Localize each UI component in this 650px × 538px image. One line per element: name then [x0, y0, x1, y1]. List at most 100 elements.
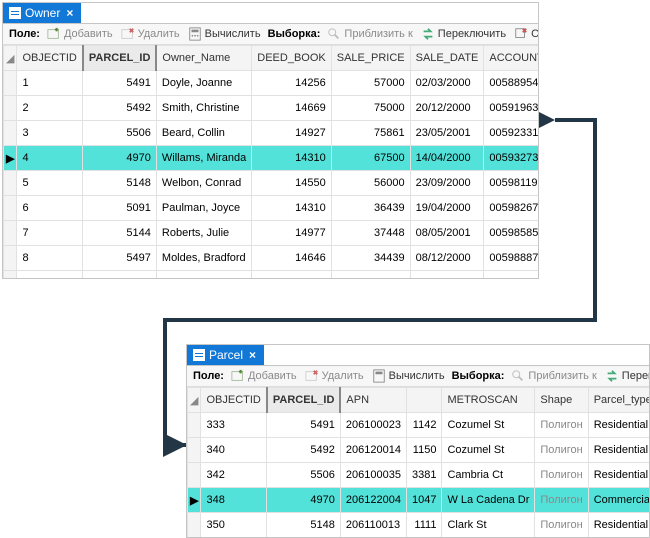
row-handle[interactable] — [188, 438, 201, 463]
cell[interactable]: 00598119 — [484, 171, 538, 196]
cell[interactable]: Полигон — [535, 463, 588, 488]
cell[interactable]: 1142 — [406, 413, 441, 438]
cell[interactable]: 5506 — [267, 463, 341, 488]
column-header[interactable]: DEED_BOOK — [252, 46, 331, 71]
cell[interactable]: 14927 — [252, 121, 331, 146]
cell[interactable]: 5497 — [83, 246, 157, 271]
table-row[interactable]: 34255062061000353381Cambria CtПолигонRes… — [188, 463, 650, 488]
cell[interactable]: Willams, Miranda — [156, 146, 251, 171]
cell[interactable]: 4970 — [267, 488, 341, 513]
cell[interactable]: 00592331 — [484, 121, 538, 146]
close-icon[interactable]: × — [64, 6, 75, 20]
cell[interactable]: 5506 — [83, 121, 157, 146]
cell[interactable]: 206100023 — [340, 413, 406, 438]
cell[interactable]: Beard, Collin — [156, 121, 251, 146]
cell[interactable]: 75000 — [331, 96, 410, 121]
cell[interactable]: 14550 — [252, 171, 331, 196]
cell[interactable]: 206122004 — [340, 488, 406, 513]
cell[interactable]: 14/04/2000 — [410, 146, 484, 171]
row-handle[interactable] — [188, 463, 201, 488]
column-header[interactable]: OBJECTID — [17, 46, 83, 71]
column-header[interactable]: SALE_DATE — [410, 46, 484, 71]
cell[interactable]: Jones, Lori — [156, 271, 251, 279]
cell[interactable]: 41439 — [331, 271, 410, 279]
column-header[interactable]: SALE_PRICE — [331, 46, 410, 71]
cell[interactable]: 34439 — [331, 246, 410, 271]
table-row[interactable]: 35051482061100131111Clark StПолигонResid… — [188, 513, 650, 538]
cell[interactable]: 5 — [17, 171, 83, 196]
add-field-button[interactable]: Добавить — [44, 26, 116, 42]
row-handle[interactable] — [4, 246, 17, 271]
cell[interactable]: Cambria Ct — [442, 463, 535, 488]
zoom-to-button[interactable]: Приблизить к — [508, 368, 599, 384]
cell[interactable]: 4 — [17, 146, 83, 171]
cell[interactable]: 00599107 — [484, 271, 538, 279]
table-row[interactable]: 34054922061200141150Cozumel StПолигонRes… — [188, 438, 650, 463]
cell[interactable]: 14646 — [252, 246, 331, 271]
parcel-grid[interactable]: ◢OBJECTIDPARCEL_IDAPNMETROSCANShapeParce… — [187, 387, 649, 537]
cell[interactable]: Residential — [588, 413, 649, 438]
delete-field-button[interactable]: Удалить — [118, 26, 183, 42]
cell[interactable]: 206100035 — [340, 463, 406, 488]
cell[interactable]: 14256 — [252, 71, 331, 96]
column-header[interactable]: APN — [340, 388, 406, 413]
parcel-tab[interactable]: Parcel × — [187, 345, 264, 365]
column-header[interactable]: PARCEL_ID — [267, 388, 341, 413]
select-all-handle[interactable]: ◢ — [4, 46, 17, 71]
cell[interactable]: 23/05/2001 — [410, 121, 484, 146]
column-header[interactable]: Parcel_type — [588, 388, 649, 413]
delete-field-button[interactable]: Удалить — [302, 368, 367, 384]
cell[interactable]: 05/11/2000 — [410, 271, 484, 279]
cell[interactable]: 206110013 — [340, 513, 406, 538]
cell[interactable]: Smith, Christine — [156, 96, 251, 121]
cell[interactable]: 19/04/2000 — [410, 196, 484, 221]
cell[interactable]: Paulman, Joyce — [156, 196, 251, 221]
switch-selection-button[interactable]: Переключить — [602, 368, 649, 384]
cell[interactable]: Полигон — [535, 413, 588, 438]
cell[interactable]: 1047 — [406, 488, 441, 513]
cell[interactable]: 5492 — [83, 96, 157, 121]
cell[interactable]: 8 — [17, 246, 83, 271]
table-row[interactable]: 85497Moldes, Bradford146463443908/12/200… — [4, 246, 539, 271]
row-handle[interactable] — [4, 271, 17, 279]
cell[interactable]: 14669 — [252, 96, 331, 121]
cell[interactable]: 14310 — [252, 146, 331, 171]
cell[interactable]: 14645 — [252, 271, 331, 279]
cell[interactable]: 1111 — [406, 513, 441, 538]
column-header[interactable] — [406, 388, 441, 413]
cell[interactable]: 7 — [17, 221, 83, 246]
table-row[interactable]: 35506Beard, Collin149277586123/05/200100… — [4, 121, 539, 146]
cell[interactable]: Moldes, Bradford — [156, 246, 251, 271]
cell[interactable]: 1150 — [406, 438, 441, 463]
calculate-button[interactable]: Вычислить — [369, 368, 448, 384]
cell[interactable]: 00591963 — [484, 96, 538, 121]
cell[interactable]: 5501 — [83, 271, 157, 279]
select-all-handle[interactable]: ◢ — [188, 388, 201, 413]
cell[interactable]: 00598267 — [484, 196, 538, 221]
cell[interactable]: Roberts, Julie — [156, 221, 251, 246]
zoom-to-button[interactable]: Приблизить к — [324, 26, 415, 42]
table-row[interactable]: 25492Smith, Christine146697500020/12/200… — [4, 96, 539, 121]
cell[interactable]: 9 — [17, 271, 83, 279]
table-row[interactable]: 15491Doyle, Joanne142565700002/03/200000… — [4, 71, 539, 96]
row-handle[interactable] — [188, 413, 201, 438]
cell[interactable]: Residential — [588, 463, 649, 488]
cell[interactable]: 00598585 — [484, 221, 538, 246]
cell[interactable]: 14977 — [252, 221, 331, 246]
close-icon[interactable]: × — [247, 348, 258, 362]
cell[interactable]: Полигон — [535, 438, 588, 463]
cell[interactable]: 5091 — [83, 196, 157, 221]
cell[interactable]: 5148 — [267, 513, 341, 538]
cell[interactable]: 5144 — [83, 221, 157, 246]
cell[interactable]: Полигон — [535, 488, 588, 513]
cell[interactable]: 348 — [201, 488, 267, 513]
cell[interactable]: 20/12/2000 — [410, 96, 484, 121]
cell[interactable]: Welbon, Conrad — [156, 171, 251, 196]
cell[interactable]: 00593273 — [484, 146, 538, 171]
cell[interactable]: 56000 — [331, 171, 410, 196]
cell[interactable]: 5492 — [267, 438, 341, 463]
cell[interactable]: 00598887 — [484, 246, 538, 271]
cell[interactable]: 1 — [17, 71, 83, 96]
column-header[interactable]: Owner_Name — [156, 46, 251, 71]
add-field-button[interactable]: Добавить — [228, 368, 300, 384]
